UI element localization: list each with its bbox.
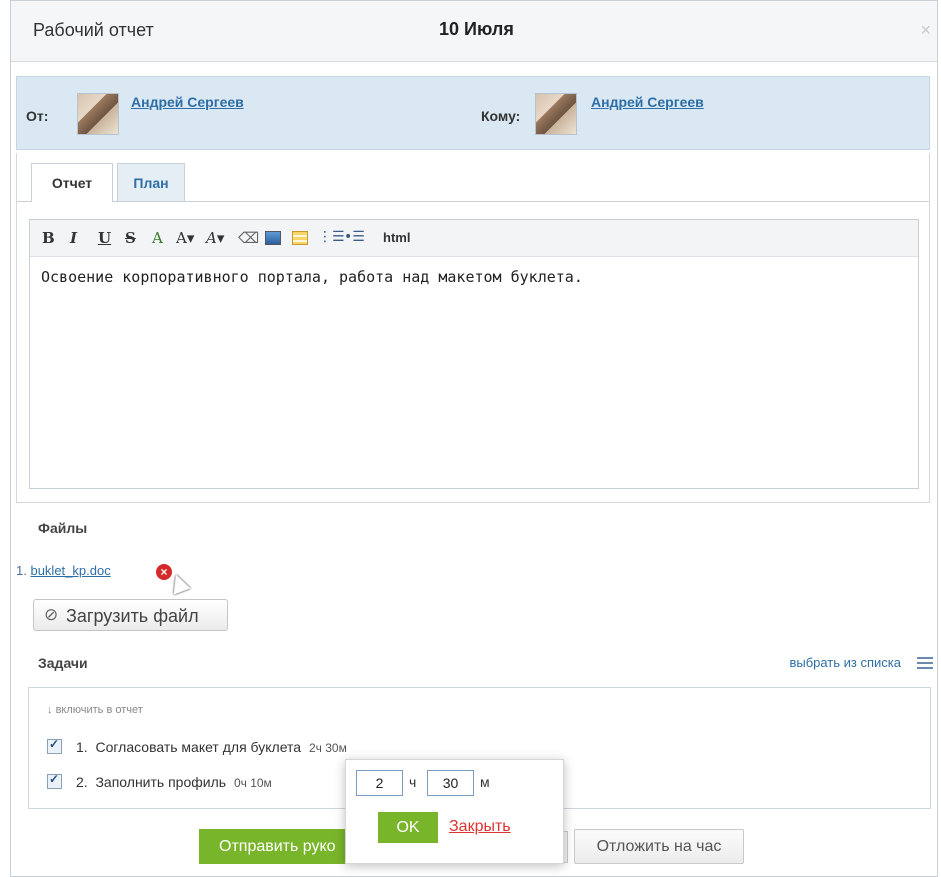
task-index: 1.: [76, 739, 88, 755]
paperclip-icon: ⊘: [44, 605, 59, 624]
editor-toolbar: B I U S A A▾ A▾ ⌫ ⋮☰ •☰ html: [30, 220, 918, 257]
dialog-titlebar: Рабочий отчет 10 Июля ×: [11, 1, 937, 62]
upload-file-button[interactable]: ⊘ Загрузить файл: [33, 599, 228, 631]
to-label: Кому:: [481, 108, 521, 124]
report-date: 10 Июля: [439, 19, 514, 39]
close-icon[interactable]: ×: [920, 20, 931, 41]
file-list-item: 1. buklet_kp.doc: [16, 563, 111, 578]
task-duration[interactable]: 0ч 10м: [234, 776, 272, 790]
files-section-title: Файлы: [38, 520, 88, 536]
editor-content[interactable]: Освоение корпоративного портала, работа …: [41, 268, 583, 286]
ok-button[interactable]: OK: [378, 812, 438, 843]
from-user-link[interactable]: Андрей Сергеев: [131, 94, 244, 110]
tab-report[interactable]: Отчет: [31, 163, 113, 202]
ordered-list-icon[interactable]: ⋮☰: [318, 229, 345, 245]
dialog-title: Рабочий отчет: [33, 20, 154, 40]
task-checkbox[interactable]: [47, 737, 62, 754]
bold-button[interactable]: B: [42, 229, 55, 247]
font-color-button[interactable]: A: [152, 229, 163, 247]
tab-label: План: [133, 175, 169, 191]
to-user-link[interactable]: Андрей Сергеев: [591, 94, 704, 110]
pick-from-list-link[interactable]: выбрать из списка: [789, 655, 901, 670]
minutes-unit: м: [480, 774, 490, 790]
close-popup-link[interactable]: Закрыть: [449, 818, 511, 836]
hours-unit: ч: [409, 774, 417, 790]
tasks-section-title: Задачи: [38, 655, 88, 671]
from-to-panel: От: Андрей Сергеев Кому: Андрей Сергеев: [16, 76, 930, 150]
tab-label: Отчет: [51, 175, 93, 191]
report-panel: Отчет План B I U S A A▾ A▾ ⌫ ⋮☰ •☰ html …: [16, 153, 930, 503]
italic-button[interactable]: I: [70, 229, 77, 247]
unordered-list-icon[interactable]: •☰: [344, 229, 365, 245]
font-size-button[interactable]: A▾: [176, 229, 194, 247]
task-checkbox[interactable]: [47, 772, 62, 789]
minutes-input[interactable]: 30: [427, 770, 474, 796]
include-in-report-label: ↓ включить в отчет: [47, 704, 143, 716]
tab-divider: [17, 201, 929, 202]
time-edit-popup: 2 ч 30 м OK Закрыть: [345, 759, 564, 864]
underline-button[interactable]: U: [98, 229, 111, 247]
eraser-icon[interactable]: ⌫: [238, 229, 259, 247]
task-duration[interactable]: 2ч 30м: [309, 741, 347, 755]
from-label: От:: [26, 108, 49, 124]
menu-icon[interactable]: [917, 657, 933, 669]
strikethrough-button[interactable]: S: [125, 229, 136, 247]
avatar: [535, 93, 577, 135]
font-family-button[interactable]: A▾: [206, 229, 224, 247]
task-name: Согласовать макет для буклета: [95, 739, 302, 755]
task-item: 1. Согласовать макет для буклета 2ч 30м: [47, 737, 347, 755]
upload-file-label: Загрузить файл: [66, 606, 199, 626]
html-mode-button[interactable]: html: [383, 230, 410, 245]
task-name: Заполнить профиль: [95, 774, 227, 790]
tab-plan[interactable]: План: [117, 163, 185, 201]
report-editor: B I U S A A▾ A▾ ⌫ ⋮☰ •☰ html Освоение ко…: [29, 219, 919, 489]
task-index: 2.: [76, 774, 88, 790]
file-link[interactable]: buklet_kp.doc: [30, 563, 110, 578]
avatar: [77, 93, 119, 135]
table-icon[interactable]: [292, 231, 308, 245]
file-index: 1.: [16, 563, 27, 578]
image-icon[interactable]: [265, 231, 281, 245]
postpone-button[interactable]: Отложить на час: [574, 829, 744, 864]
hours-input[interactable]: 2: [356, 770, 403, 796]
task-item: 2. Заполнить профиль 0ч 10м: [47, 772, 272, 790]
